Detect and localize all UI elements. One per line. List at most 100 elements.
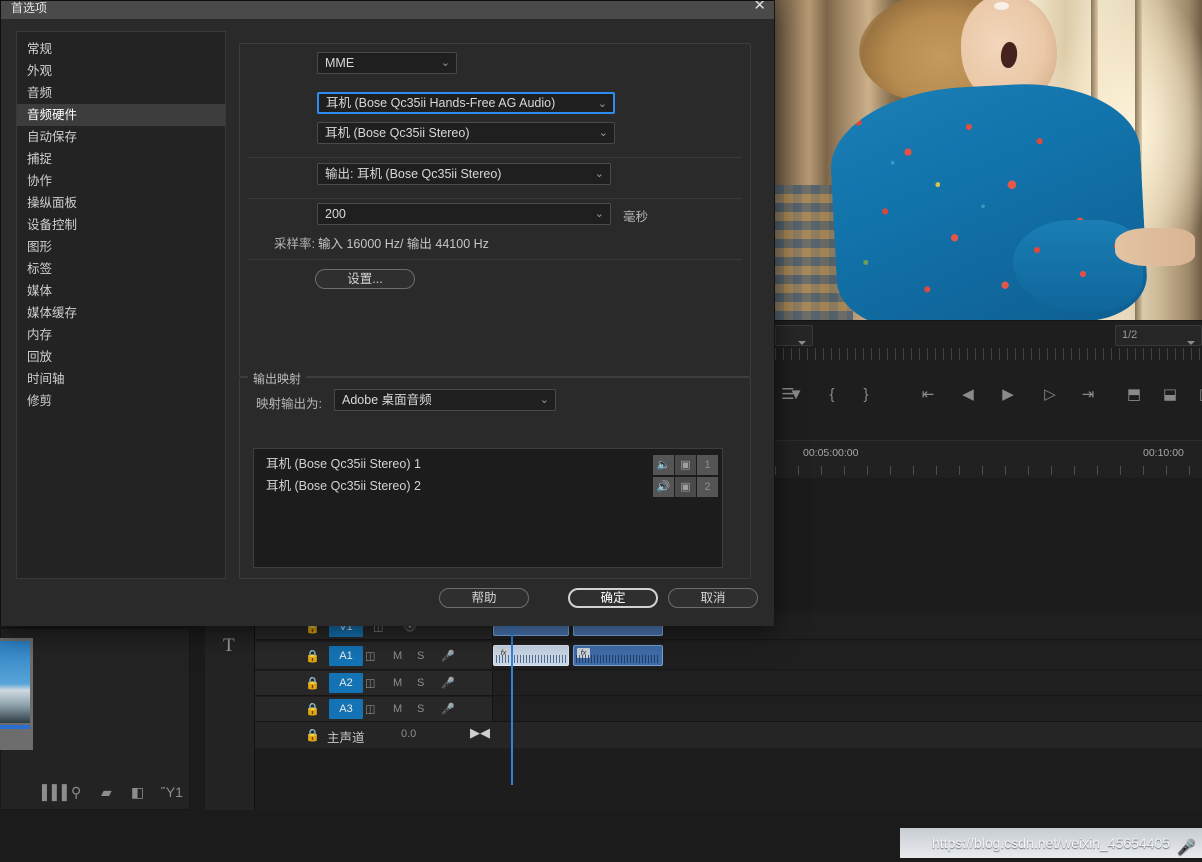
speaker-left-icon[interactable]: 🔈 (653, 455, 674, 475)
mute-track-button[interactable]: M (393, 650, 402, 662)
category-item-0[interactable]: 常规 (17, 38, 225, 60)
step-back-icon[interactable]: ◀ (955, 380, 981, 410)
go-to-in-icon[interactable]: ⇤ (915, 380, 941, 410)
audio-clip[interactable]: fx (493, 645, 569, 666)
track-header[interactable]: 🔒 A3 ◫ M S 🎤 (255, 697, 493, 721)
project-item-thumbnail[interactable]: 0:05 (0, 638, 33, 750)
delete-icon[interactable]: Ὕ1 (161, 784, 183, 800)
category-item-16[interactable]: 修剪 (17, 390, 225, 412)
track-name-badge[interactable]: A1 (329, 645, 363, 666)
fit-zoom-dropdown[interactable] (775, 325, 813, 346)
track-name-badge[interactable]: A2 (329, 673, 363, 693)
default-output-dropdown[interactable]: 耳机 (Bose Qc35ii Stereo) ⌄ (317, 122, 615, 144)
mic-icon[interactable]: 🎤 (441, 677, 455, 690)
step-forward-icon[interactable]: ▷ (1037, 380, 1063, 410)
close-icon[interactable]: ✕ (753, 1, 766, 13)
type-tool-icon[interactable]: T (223, 635, 235, 657)
category-item-5[interactable]: 捕捉 (17, 148, 225, 170)
channel-number[interactable]: 1 (697, 455, 718, 475)
channel-number[interactable]: 2 (697, 477, 718, 497)
new-bin-icon[interactable]: ▰ (101, 784, 112, 801)
button-editor-icon[interactable]: ☰ (775, 380, 801, 410)
timeline-track-row[interactable]: 🔒 A2 ◫ M S 🎤 (255, 671, 1202, 696)
default-input-value: 耳机 (Bose Qc35ii Hands-Free AG Audio) (326, 96, 556, 110)
mark-in-icon[interactable]: { (819, 380, 845, 410)
thumbnail-progress-bar (0, 725, 30, 729)
go-to-out-icon[interactable]: ⇥ (1075, 380, 1101, 410)
pan-icon[interactable]: ▣ (675, 477, 696, 497)
latency-dropdown[interactable]: 200 ⌄ (317, 203, 611, 225)
category-item-9[interactable]: 图形 (17, 236, 225, 258)
cancel-button[interactable]: 取消 (668, 588, 758, 608)
audio-waveform (576, 655, 660, 663)
category-item-13[interactable]: 内存 (17, 324, 225, 346)
project-panel-toolbar: ▐▐▐ ⚲ ▰ ◧ Ὕ1 (1, 775, 191, 809)
category-item-15[interactable]: 时间轴 (17, 368, 225, 390)
audio-settings-button[interactable]: 设置... (315, 269, 415, 289)
solo-track-button[interactable]: S (417, 677, 424, 689)
output-channel-row[interactable]: 耳机 (Bose Qc35ii Stereo) 1 🔈 ▣ 1 (254, 453, 722, 475)
sync-lock-icon[interactable]: ◫ (365, 703, 375, 716)
list-view-icon[interactable]: ▐▐▐ (37, 784, 67, 800)
track-clip-area[interactable]: fx fx (493, 642, 1202, 669)
track-name-badge[interactable]: A3 (329, 699, 363, 719)
track-clip-area[interactable] (493, 671, 1202, 695)
category-item-12[interactable]: 媒体缓存 (17, 302, 225, 324)
speaker-right-icon[interactable]: 🔊 (653, 477, 674, 497)
device-type-dropdown[interactable]: MME ⌄ (317, 52, 457, 74)
sync-lock-icon[interactable]: ◫ (365, 649, 375, 662)
transport-controls: ▼{}⇤◀▶▷⇥⬒⬓▣☰ (775, 380, 1202, 416)
master-clock-dropdown[interactable]: 输出: 耳机 (Bose Qc35ii Stereo) ⌄ (317, 163, 611, 185)
category-item-3[interactable]: 音频硬件 (17, 104, 225, 126)
search-icon[interactable]: ⚲ (71, 784, 81, 801)
program-monitor-video[interactable] (775, 0, 1202, 320)
audio-clip[interactable]: fx (573, 645, 663, 666)
lock-icon[interactable]: 🔒 (305, 702, 320, 716)
resolution-dropdown[interactable]: 1/2 (1115, 325, 1202, 346)
mark-out-icon[interactable]: } (853, 380, 879, 410)
solo-track-button[interactable]: S (417, 703, 424, 715)
extract-icon[interactable]: ⬓ (1157, 380, 1183, 410)
lock-icon[interactable]: 🔒 (305, 649, 320, 663)
mic-icon[interactable]: 🎤 (441, 649, 455, 662)
lift-icon[interactable]: ⬒ (1121, 380, 1147, 410)
lock-icon[interactable]: 🔒 (305, 728, 320, 742)
category-item-11[interactable]: 媒体 (17, 280, 225, 302)
export-frame-icon[interactable]: ▣ (1193, 380, 1202, 410)
meter-icon[interactable]: ▶◀ (470, 725, 490, 741)
dialog-title-bar[interactable]: 首选项 ✕ (1, 1, 774, 19)
track-header[interactable]: 🔒 A1 ◫ M S 🎤 (255, 642, 493, 669)
new-item-icon[interactable]: ◧ (131, 784, 144, 801)
category-item-1[interactable]: 外观 (17, 60, 225, 82)
playhead[interactable] (511, 610, 513, 785)
timeline-ruler[interactable]: 00:05:00:00 00:10:00 (775, 440, 1202, 478)
category-item-10[interactable]: 标签 (17, 258, 225, 280)
pan-icon[interactable]: ▣ (675, 455, 696, 475)
timeline-track-row[interactable]: 🔒 A1 ◫ M S 🎤 fx fx (255, 642, 1202, 670)
default-input-dropdown[interactable]: 耳机 (Bose Qc35ii Hands-Free AG Audio) ⌄ (317, 92, 615, 114)
ok-button[interactable]: 确定 (568, 588, 658, 608)
mute-track-button[interactable]: M (393, 703, 402, 715)
sync-lock-icon[interactable]: ◫ (365, 677, 375, 690)
track-header[interactable]: 🔒 A2 ◫ M S 🎤 (255, 671, 493, 695)
output-channel-row[interactable]: 耳机 (Bose Qc35ii Stereo) 2 🔊 ▣ 2 (254, 475, 722, 497)
output-channel-list[interactable]: 耳机 (Bose Qc35ii Stereo) 1 🔈 ▣ 1 耳机 (Bose… (253, 448, 723, 568)
category-item-14[interactable]: 回放 (17, 346, 225, 368)
category-item-8[interactable]: 设备控制 (17, 214, 225, 236)
category-item-7[interactable]: 操纵面板 (17, 192, 225, 214)
solo-track-button[interactable]: S (417, 650, 424, 662)
mic-icon[interactable]: 🎤 (441, 703, 455, 716)
mute-track-button[interactable]: M (393, 677, 402, 689)
lock-icon[interactable]: 🔒 (305, 676, 320, 690)
category-item-4[interactable]: 自动保存 (17, 126, 225, 148)
category-item-2[interactable]: 音频 (17, 82, 225, 104)
master-track-row[interactable]: 🔒 主声道 0.0 ▶◀ (255, 722, 1202, 748)
play-icon[interactable]: ▶ (995, 380, 1021, 410)
track-clip-area[interactable] (493, 697, 1202, 721)
map-output-dropdown[interactable]: Adobe 桌面音频 ⌄ (334, 389, 556, 411)
timeline-track-row[interactable]: 🔒 A3 ◫ M S 🎤 (255, 697, 1202, 722)
help-button[interactable]: 帮助 (439, 588, 529, 608)
monitor-time-ruler[interactable] (775, 348, 1202, 360)
master-level-value[interactable]: 0.0 (401, 728, 416, 740)
category-item-6[interactable]: 协作 (17, 170, 225, 192)
